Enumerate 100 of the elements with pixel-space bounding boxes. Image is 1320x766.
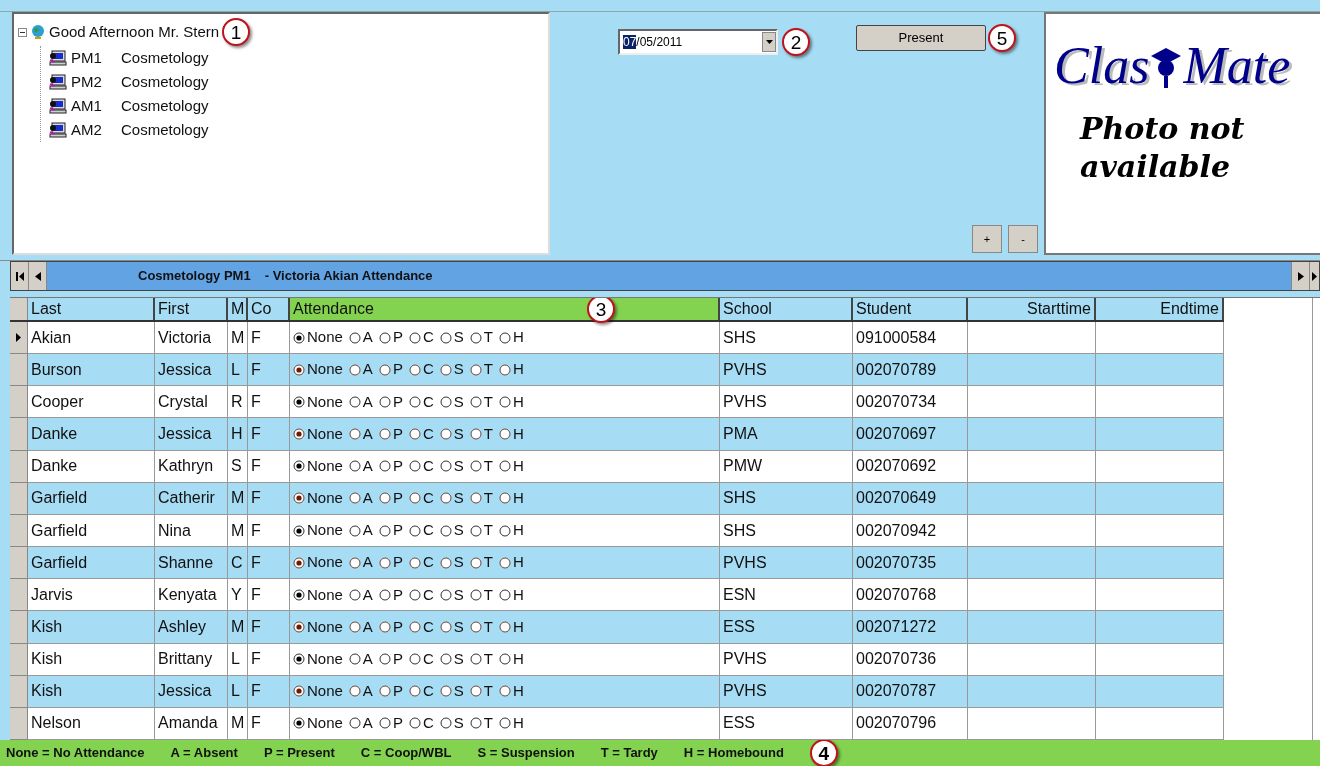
radio-button[interactable] xyxy=(378,460,391,473)
radio-label[interactable]: P xyxy=(392,519,403,542)
tree-root-label[interactable]: Good Afternoon Mr. Stern xyxy=(49,20,220,44)
radio-label[interactable]: H xyxy=(512,390,524,414)
radio-button[interactable] xyxy=(293,588,305,601)
radio-button[interactable] xyxy=(498,685,511,698)
radio-button[interactable] xyxy=(439,428,452,441)
radio-button[interactable] xyxy=(293,428,305,441)
radio-button[interactable] xyxy=(378,556,391,569)
radio-button[interactable] xyxy=(293,331,305,344)
radio-label[interactable]: T xyxy=(483,551,493,574)
radio-button[interactable] xyxy=(348,428,361,441)
radio-label[interactable]: A xyxy=(362,487,373,510)
radio-label[interactable]: H xyxy=(512,358,524,381)
radio-button[interactable] xyxy=(439,685,452,698)
radio-button[interactable] xyxy=(469,492,482,505)
radio-button[interactable] xyxy=(469,588,482,601)
radio-button[interactable] xyxy=(378,363,391,376)
radio-label[interactable]: T xyxy=(483,358,493,381)
radio-label[interactable]: T xyxy=(483,422,493,446)
radio-button[interactable] xyxy=(408,395,421,408)
radio-label[interactable]: A xyxy=(362,454,373,478)
radio-label[interactable]: C xyxy=(422,680,434,703)
radio-button[interactable] xyxy=(498,428,511,441)
radio-label[interactable]: C xyxy=(422,647,434,671)
column-header[interactable]: Co xyxy=(248,298,290,320)
radio-button[interactable] xyxy=(439,556,452,569)
radio-label[interactable]: T xyxy=(483,583,493,607)
radio-label[interactable]: C xyxy=(422,358,434,381)
radio-label[interactable]: S xyxy=(453,712,464,735)
radio-label[interactable]: A xyxy=(362,712,373,735)
radio-button[interactable] xyxy=(408,621,421,633)
radio-button[interactable] xyxy=(348,492,361,505)
radio-label[interactable]: T xyxy=(483,519,493,542)
radio-button[interactable] xyxy=(469,460,482,473)
radio-label[interactable]: S xyxy=(453,358,464,381)
radio-label[interactable]: None xyxy=(307,551,343,574)
radio-button[interactable] xyxy=(408,524,421,537)
radio-button[interactable] xyxy=(439,588,452,601)
radio-label[interactable]: C xyxy=(422,519,434,542)
radio-button[interactable] xyxy=(498,492,511,505)
last-record-button[interactable] xyxy=(1309,262,1319,290)
radio-button[interactable] xyxy=(498,363,511,376)
radio-button[interactable] xyxy=(293,395,305,408)
radio-button[interactable] xyxy=(408,363,421,376)
radio-label[interactable]: A xyxy=(362,647,373,671)
radio-button[interactable] xyxy=(348,717,361,730)
zoom-button[interactable]: - xyxy=(1008,225,1038,253)
radio-button[interactable] xyxy=(469,653,482,666)
radio-label[interactable]: S xyxy=(453,551,464,574)
column-header[interactable]: Starttime xyxy=(968,298,1096,320)
radio-button[interactable] xyxy=(408,685,421,698)
collapse-toggle[interactable] xyxy=(18,27,27,37)
radio-label[interactable]: P xyxy=(392,712,403,735)
radio-label[interactable]: T xyxy=(483,712,493,735)
radio-label[interactable]: H xyxy=(512,487,524,510)
radio-label[interactable]: P xyxy=(392,615,403,639)
radio-button[interactable] xyxy=(293,717,305,730)
radio-label[interactable]: A xyxy=(362,680,373,703)
radio-button[interactable] xyxy=(498,524,511,537)
column-header[interactable]: M xyxy=(228,298,248,320)
radio-label[interactable]: A xyxy=(362,551,373,574)
column-header[interactable]: Last xyxy=(28,298,155,320)
radio-label[interactable]: S xyxy=(453,422,464,446)
radio-button[interactable] xyxy=(408,717,421,730)
radio-button[interactable] xyxy=(348,331,361,344)
radio-label[interactable]: None xyxy=(307,487,343,510)
tree-item[interactable]: AM2 Cosmetology xyxy=(41,118,544,142)
radio-button[interactable] xyxy=(293,556,305,569)
radio-button[interactable] xyxy=(293,363,305,376)
radio-label[interactable]: S xyxy=(453,583,464,607)
radio-label[interactable]: C xyxy=(422,615,434,639)
radio-label[interactable]: S xyxy=(453,647,464,671)
radio-button[interactable] xyxy=(348,460,361,473)
radio-label[interactable]: None xyxy=(307,358,343,381)
radio-label[interactable]: S xyxy=(453,326,464,349)
radio-label[interactable]: H xyxy=(512,647,524,671)
radio-button[interactable] xyxy=(293,492,305,505)
radio-button[interactable] xyxy=(348,685,361,698)
radio-button[interactable] xyxy=(408,588,421,601)
radio-label[interactable]: None xyxy=(307,680,343,703)
radio-label[interactable]: C xyxy=(422,390,434,414)
column-header[interactable]: First xyxy=(155,298,228,320)
radio-button[interactable] xyxy=(378,331,391,344)
radio-button[interactable] xyxy=(348,395,361,408)
radio-label[interactable]: H xyxy=(512,422,524,446)
radio-button[interactable] xyxy=(498,395,511,408)
radio-label[interactable]: H xyxy=(512,551,524,574)
radio-button[interactable] xyxy=(498,717,511,730)
radio-button[interactable] xyxy=(469,395,482,408)
zoom-button[interactable]: + xyxy=(972,225,1002,253)
radio-label[interactable]: C xyxy=(422,712,434,735)
radio-label[interactable]: H xyxy=(512,454,524,478)
radio-label[interactable]: T xyxy=(483,487,493,510)
radio-label[interactable]: P xyxy=(392,390,403,414)
radio-label[interactable]: S xyxy=(453,390,464,414)
radio-label[interactable]: T xyxy=(483,390,493,414)
radio-label[interactable]: C xyxy=(422,487,434,510)
radio-button[interactable] xyxy=(348,588,361,601)
radio-label[interactable]: P xyxy=(392,680,403,703)
